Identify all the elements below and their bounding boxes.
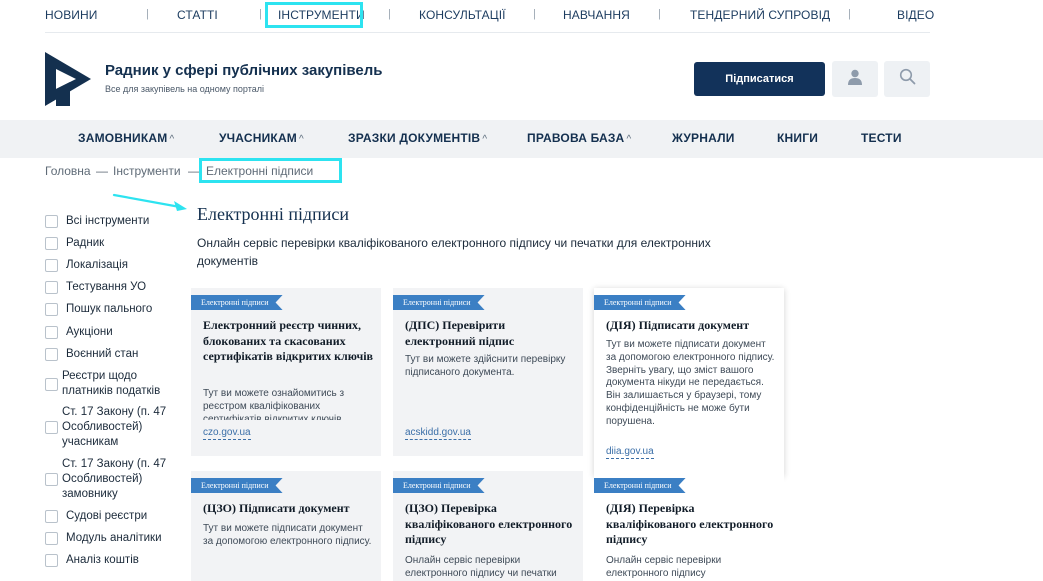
topnav-separator: |	[533, 8, 536, 20]
card-title[interactable]: (ДПС) Перевірити електронний підпис	[405, 318, 577, 349]
card-link[interactable]: diia.gov.ua	[606, 446, 654, 459]
filter-label[interactable]: Радник	[66, 236, 178, 251]
topnav-item-news[interactable]: НОВИНИ	[45, 8, 98, 22]
filter-checkbox[interactable]	[45, 532, 58, 545]
breadcrumb-home[interactable]: Головна	[45, 164, 91, 178]
main-navigation: ЗАМОВНИКАМ ^ УЧАСНИКАМ ^ ЗРАЗКИ ДОКУМЕНТІВ…	[0, 120, 1043, 158]
topnav-item-education[interactable]: НАВЧАННЯ	[563, 8, 630, 22]
filter-checkbox[interactable]	[45, 281, 58, 294]
card-tag[interactable]: Електронні підписи	[594, 295, 686, 310]
filter-label[interactable]: Ст. 17 Закону (п. 47 Особливостей) замов…	[62, 457, 172, 502]
breadcrumb-separator: —	[96, 164, 108, 178]
card-tag[interactable]: Електронні підписи	[191, 295, 283, 310]
card-text: Тут ви можете ознайомитись з реєстром кв…	[203, 388, 345, 420]
user-icon	[847, 69, 863, 90]
mainnav-label: ПРАВОВА БАЗА	[527, 131, 625, 145]
card-text: Тут ви можете підписати документ за допо…	[606, 339, 775, 427]
topnav-separator: |	[658, 8, 661, 20]
chevron-up-icon: ^	[299, 134, 304, 145]
chevron-up-icon: ^	[482, 134, 488, 145]
mainnav-label: ЗАМОВНИКАМ	[78, 131, 168, 145]
filter-checkbox[interactable]	[45, 303, 58, 316]
topnav-item-tender-support[interactable]: ТЕНДЕРНИЙ СУПРОВІД	[690, 8, 830, 22]
tool-card[interactable]: Електронні підписи (ДПС) Перевірити елек…	[393, 288, 583, 456]
topnav-item-articles[interactable]: СТАТТІ	[177, 8, 218, 22]
filter-checkbox[interactable]	[45, 237, 58, 250]
card-text: Тут ви можете здійснити перевірку підпис…	[405, 354, 566, 378]
card-tag[interactable]: Електронні підписи	[594, 478, 686, 493]
mainnav-item-legal-base[interactable]: ПРАВОВА БАЗА ^	[527, 131, 631, 145]
topnav-item-consultations[interactable]: КОНСУЛЬТАЦІЇ	[419, 8, 506, 22]
topnav-separator: |	[146, 8, 149, 20]
breadcrumb-section[interactable]: Інструменти	[113, 164, 181, 178]
filter-checkbox[interactable]	[45, 510, 58, 523]
card-title[interactable]: (ДІЯ) Перевірка кваліфікованого електрон…	[606, 501, 778, 548]
filter-label[interactable]: Всі інструменти	[66, 214, 178, 229]
search-button[interactable]	[884, 61, 930, 97]
page-description: Онлайн сервіс перевірки кваліфікованого …	[197, 236, 711, 268]
filter-checkbox[interactable]	[45, 421, 58, 434]
account-button[interactable]	[832, 61, 878, 97]
filter-label[interactable]: Модуль аналітики	[66, 531, 178, 546]
card-tag[interactable]: Електронні підписи	[393, 478, 485, 493]
filter-checkbox[interactable]	[45, 259, 58, 272]
tool-card[interactable]: Електронні підписи Електронний реєстр чи…	[191, 288, 381, 456]
topnav-item-video[interactable]: ВІДЕО	[897, 8, 934, 22]
mainnav-item-document-templates[interactable]: ЗРАЗКИ ДОКУМЕНТІВ ^	[348, 131, 487, 145]
mainnav-item-participants[interactable]: УЧАСНИКАМ ^	[219, 131, 304, 145]
card-title[interactable]: Електронний реєстр чинних, блокованих та…	[203, 318, 375, 365]
card-tag[interactable]: Електронні підписи	[191, 478, 283, 493]
mainnav-item-journals[interactable]: ЖУРНАЛИ	[672, 131, 735, 145]
mainnav-item-customers[interactable]: ЗАМОВНИКАМ ^	[78, 131, 174, 145]
card-text: Онлайн сервіс перевірки електронного під…	[405, 555, 557, 579]
filter-label[interactable]: Пошук пального	[66, 302, 178, 317]
divider	[45, 32, 930, 33]
filter-label[interactable]: Воєнний стан	[66, 347, 178, 362]
card-tag[interactable]: Електронні підписи	[393, 295, 485, 310]
chevron-up-icon: ^	[169, 134, 175, 145]
card-title[interactable]: (ДІЯ) Підписати документ	[606, 318, 778, 334]
filter-label[interactable]: Реєстри щодо платників податків	[62, 369, 177, 399]
site-title[interactable]: Радник у сфері публічних закупівель	[105, 62, 383, 79]
tool-card[interactable]: Електронні підписи (ЦЗО) Перевірка квалі…	[393, 471, 583, 581]
mainnav-label: УЧАСНИКАМ	[219, 131, 298, 145]
filter-label[interactable]: Аукціони	[66, 325, 178, 340]
card-title[interactable]: (ЦЗО) Перевірка кваліфікованого електрон…	[405, 501, 577, 548]
topnav-separator: |	[848, 8, 851, 20]
page-title: Електронні підписи	[197, 204, 350, 224]
tool-card[interactable]: Електронні підписи (ДІЯ) Підписати докум…	[594, 288, 784, 476]
filter-checkbox[interactable]	[45, 378, 58, 391]
card-title[interactable]: (ЦЗО) Підписати документ	[203, 501, 375, 517]
filter-label[interactable]: Локалізація	[66, 258, 178, 273]
tool-card[interactable]: Електронні підписи (ЦЗО) Підписати докум…	[191, 471, 381, 581]
card-link[interactable]: czo.gov.ua	[203, 427, 251, 440]
site-subtitle: Все для закупівель на одному порталі	[105, 84, 265, 94]
filter-label[interactable]: Тестування УО	[66, 280, 178, 295]
top-navigation: НОВИНИ | СТАТТІ | ІНСТРУМЕНТИ | КОНСУЛЬТ…	[0, 0, 1043, 30]
card-link[interactable]: acskidd.gov.ua	[405, 427, 471, 440]
chevron-up-icon: ^	[626, 134, 632, 145]
topnav-active-highlight	[265, 2, 363, 28]
card-text: Онлайн сервіс перевірки електронного під…	[606, 555, 722, 579]
mainnav-item-books[interactable]: КНИГИ	[777, 131, 818, 145]
filter-checkbox[interactable]	[45, 326, 58, 339]
filter-checkbox[interactable]	[45, 473, 58, 486]
filter-label[interactable]: Судові реєстри	[66, 509, 178, 524]
mainnav-item-tests[interactable]: ТЕСТИ	[861, 131, 902, 145]
breadcrumb-active-highlight	[199, 158, 342, 183]
tool-card[interactable]: Електронні підписи (ДІЯ) Перевірка квалі…	[594, 471, 784, 581]
logo-icon[interactable]	[45, 52, 91, 106]
topnav-separator: |	[388, 8, 391, 20]
search-icon	[899, 68, 916, 90]
filter-checkbox[interactable]	[45, 348, 58, 361]
subscribe-button[interactable]: Підписатися	[694, 62, 825, 96]
filter-label[interactable]: Ст. 17 Закону (п. 47 Особливостей) учасн…	[62, 405, 172, 450]
filter-label[interactable]: Аналіз коштів	[66, 553, 178, 568]
filter-checkbox[interactable]	[45, 215, 58, 228]
card-text: Тут ви можете підписати документ за допо…	[203, 523, 372, 547]
filter-checkbox[interactable]	[45, 554, 58, 567]
mainnav-label: ЗРАЗКИ ДОКУМЕНТІВ	[348, 131, 481, 145]
topnav-separator: |	[259, 8, 262, 20]
